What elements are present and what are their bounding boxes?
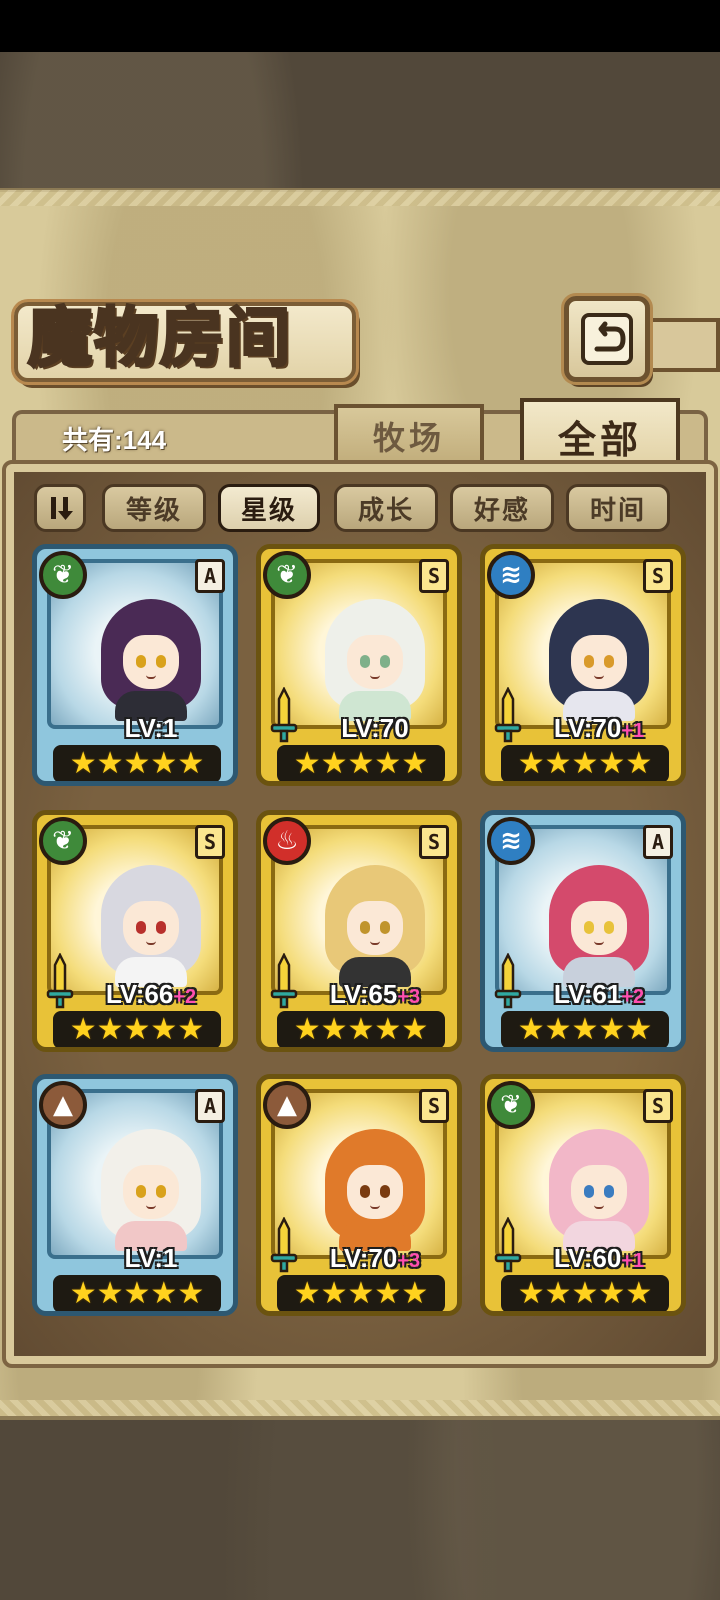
star-rating: ★★★★★ (277, 1275, 445, 1311)
sort-order-toggle[interactable] (34, 484, 86, 532)
map-footer (0, 1440, 720, 1600)
monster-card[interactable]: ≋ S LV:70+1 ★★★★★ (480, 544, 686, 786)
fire-icon: ♨ (263, 817, 311, 865)
level-text: LV:66 (105, 979, 174, 1009)
monster-portrait (549, 1129, 649, 1251)
level-text: LV:1 (124, 713, 178, 743)
page-title: 魔物房间 (27, 300, 292, 378)
star-rating: ★★★★★ (501, 1275, 669, 1311)
star-rating: ★★★★★ (501, 745, 669, 781)
monster-portrait (325, 599, 425, 721)
level-text: LV:1 (124, 1243, 178, 1273)
monster-card[interactable]: ♨ S LV:65+3 ★★★★★ (256, 810, 462, 1052)
monster-level: LV:61+2 (521, 977, 677, 1011)
monster-card[interactable]: ❦ S LV:60+1 ★★★★★ (480, 1074, 686, 1316)
level-text: LV:70 (329, 1243, 398, 1273)
water-icon: ≋ (487, 551, 535, 599)
back-button-rail (650, 318, 720, 372)
rank-badge: S (643, 559, 673, 593)
level-bonus: +2 (621, 986, 645, 1008)
rank-badge: S (419, 559, 449, 593)
level-text: LV:70 (341, 713, 409, 743)
monster-portrait (549, 599, 649, 721)
tab-all[interactable]: 全部 (520, 398, 680, 470)
star-rating: ★★★★★ (277, 745, 445, 781)
panel-bottom-edge (0, 1400, 720, 1416)
monster-card[interactable]: ≋ A LV:61+2 ★★★★★ (480, 810, 686, 1052)
monster-level: LV:70 (297, 711, 453, 745)
weapon-sword-icon (46, 953, 74, 1009)
monster-card[interactable]: ❦ S LV:70 ★★★★★ (256, 544, 462, 786)
monster-level: LV:60+1 (521, 1241, 677, 1275)
level-bonus: +2 (173, 986, 197, 1008)
leaf-icon: ❦ (39, 551, 87, 599)
back-button[interactable] (564, 296, 650, 382)
star-rating: ★★★★★ (53, 1275, 221, 1311)
level-text: LV:61 (553, 979, 622, 1009)
water-icon: ≋ (487, 817, 535, 865)
monster-level: LV:70+1 (521, 711, 677, 745)
rank-badge: A (643, 825, 673, 859)
sort-order-icon (51, 497, 73, 520)
rank-badge: A (195, 1089, 225, 1123)
star-rating: ★★★★★ (277, 1011, 445, 1047)
panel-top-edge (0, 190, 720, 206)
sort-by-affection-button[interactable]: 好感 (450, 484, 554, 532)
rank-badge: S (195, 825, 225, 859)
star-rating: ★★★★★ (501, 1011, 669, 1047)
earth-icon: ▲ (263, 1081, 311, 1129)
monster-card[interactable]: ❦ A LV:1 ★★★★★ (32, 544, 238, 786)
level-bonus: +3 (397, 986, 421, 1008)
weapon-sword-icon (494, 953, 522, 1009)
leaf-icon: ❦ (39, 817, 87, 865)
monster-portrait (325, 865, 425, 987)
rank-badge: S (419, 825, 449, 859)
level-text: LV:60 (553, 1243, 622, 1273)
weapon-sword-icon (270, 687, 298, 743)
monster-level: LV:70+3 (297, 1241, 453, 1275)
star-rating: ★★★★★ (53, 745, 221, 781)
monster-level: LV:1 (73, 1241, 229, 1275)
level-bonus: +1 (621, 720, 645, 742)
weapon-sword-icon (270, 1217, 298, 1273)
leaf-icon: ❦ (487, 1081, 535, 1129)
back-arrow-icon (581, 313, 633, 365)
monster-card[interactable]: ❦ S LV:66+2 ★★★★★ (32, 810, 238, 1052)
level-text: LV:65 (329, 979, 398, 1009)
monster-portrait (549, 865, 649, 987)
monster-card[interactable]: ▲ S LV:70+3 ★★★★★ (256, 1074, 462, 1316)
level-bonus: +3 (397, 1250, 421, 1272)
status-bar (0, 0, 720, 52)
monster-portrait (101, 865, 201, 987)
monster-portrait (325, 1129, 425, 1251)
weapon-sword-icon (494, 1217, 522, 1273)
star-rating: ★★★★★ (53, 1011, 221, 1047)
leaf-icon: ❦ (263, 551, 311, 599)
monster-level: LV:1 (73, 711, 229, 745)
sort-by-stars-button[interactable]: 星级 (218, 484, 320, 532)
sort-by-time-button[interactable]: 时间 (566, 484, 670, 532)
rank-badge: S (643, 1089, 673, 1123)
rank-badge: A (195, 559, 225, 593)
monster-portrait (101, 599, 201, 721)
monster-portrait (101, 1129, 201, 1251)
level-text: LV:70 (553, 713, 622, 743)
weapon-sword-icon (494, 687, 522, 743)
monster-level: LV:65+3 (297, 977, 453, 1011)
sort-by-level-button[interactable]: 等级 (102, 484, 206, 532)
monster-count: 共有:144 (62, 425, 167, 455)
sort-by-growth-button[interactable]: 成长 (334, 484, 438, 532)
weapon-sword-icon (270, 953, 298, 1009)
level-bonus: +1 (621, 1250, 645, 1272)
earth-icon: ▲ (39, 1081, 87, 1129)
monster-level: LV:66+2 (73, 977, 229, 1011)
tab-farm[interactable]: 牧场 (334, 404, 484, 464)
rank-badge: S (419, 1089, 449, 1123)
monster-card[interactable]: ▲ A LV:1 ★★★★★ (32, 1074, 238, 1316)
